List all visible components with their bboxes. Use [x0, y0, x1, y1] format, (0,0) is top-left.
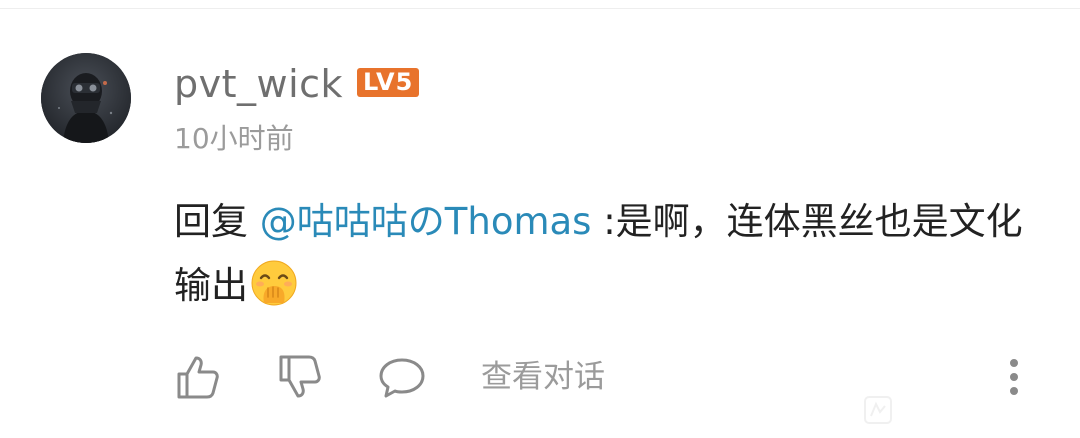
avatar[interactable] — [41, 53, 131, 143]
level-badge: LV5 — [357, 68, 420, 97]
thumbs-down-icon[interactable] — [275, 352, 325, 402]
comment-body: 回复 @咕咕咕のThomas :是啊，连体黑丝也是文化输出 — [174, 190, 1034, 318]
username[interactable]: pvt_wick — [174, 60, 343, 108]
speech-bubble-icon[interactable] — [377, 352, 427, 402]
top-divider — [0, 8, 1080, 9]
comment-actions: 查看对话 — [0, 348, 1080, 408]
timestamp: 10小时前 — [174, 122, 294, 155]
reply-prefix: 回复 — [174, 200, 248, 243]
hand-over-mouth-emoji — [251, 260, 297, 306]
mention-link[interactable]: @咕咕咕のThomas — [260, 200, 592, 243]
view-conversation-button[interactable]: 查看对话 — [481, 356, 605, 398]
avatar-image — [41, 53, 131, 143]
more-vertical-icon[interactable] — [1000, 352, 1028, 402]
thumbs-up-icon[interactable] — [173, 352, 223, 402]
watermark-icon — [862, 394, 894, 426]
